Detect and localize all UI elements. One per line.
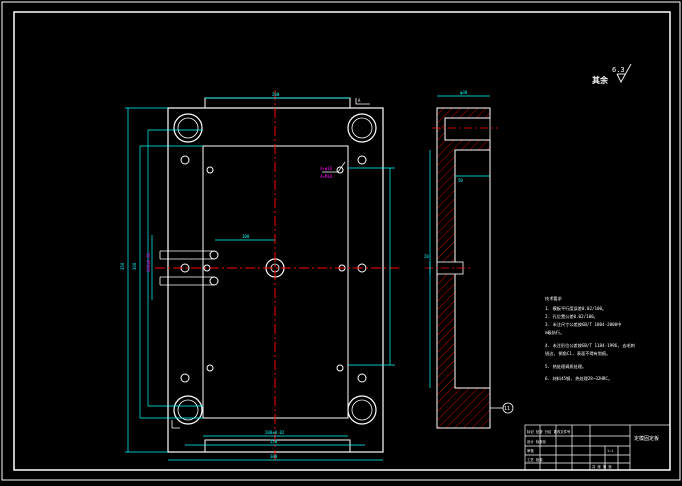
- note-item: 4. 未注形位公差按GB/T 1184-1996, 去毛刺: [545, 342, 635, 349]
- screw-hole: [357, 155, 367, 165]
- title-block-row: 审核: [527, 448, 534, 453]
- note-item: 2. 孔位置公差0.02/100。: [545, 313, 598, 320]
- screw-hole: [357, 373, 367, 383]
- dim-bottom-width-2: 250: [270, 439, 278, 444]
- title-block-sheet: 共 张 第 张: [592, 464, 612, 469]
- dim-bottom-width-3: 300: [270, 454, 278, 459]
- screw-hole: [206, 166, 214, 174]
- pin-note-2: 4×M10: [320, 174, 333, 179]
- guide-hole-br: [347, 395, 377, 425]
- dim-bottom-width-1: 200±0.02: [265, 430, 285, 435]
- dim-spacing: 100: [242, 234, 250, 239]
- dimension-lines: [125, 97, 395, 461]
- dim-left-height-3: 200±0.02: [146, 252, 151, 272]
- roughness-value: 6.3: [612, 66, 625, 74]
- screw-hole: [336, 364, 344, 372]
- section-view: [425, 95, 514, 429]
- front-view: [125, 90, 400, 462]
- section-dim-mid: 50: [458, 178, 463, 183]
- section-dim-side: 20: [424, 254, 429, 259]
- dim-top-width: 200: [272, 92, 280, 97]
- screw-hole: [206, 364, 214, 372]
- screw-hole: [180, 373, 190, 383]
- note-item: 1. 模板平行度误差0.02/100。: [545, 305, 606, 312]
- note-item: 6. 材料45钢, 热处理28~32HRC。: [545, 375, 612, 382]
- screw-hole: [209, 250, 219, 260]
- section-label-top: A: [358, 98, 361, 103]
- pin-note-1: 4×φ16: [320, 166, 333, 171]
- bottom-recess: [204, 439, 351, 452]
- section-top-bore: [445, 117, 491, 141]
- part-name: 定模固定板: [634, 435, 659, 442]
- title-block-row: 设计 标准化: [527, 439, 547, 444]
- roughness-label: 其余: [592, 75, 609, 85]
- sheet-outer-border: [1, 1, 681, 481]
- screw-holes: [180, 155, 367, 383]
- screw-hole: [209, 276, 219, 286]
- notes-heading: 技术要求: [545, 295, 563, 302]
- title-block-scale: 1:1: [607, 449, 613, 453]
- balloon-number: 11: [504, 406, 510, 412]
- section-dim-top: φ30: [460, 90, 468, 95]
- technical-notes: 技术要求 1. 模板平行度误差0.02/100。 2. 孔位置公差0.02/10…: [545, 295, 635, 382]
- dim-left-height-2: 300: [132, 262, 137, 270]
- guide-hole-tl: [173, 113, 203, 143]
- title-block-row: 标记 处数 分区 更改文件号: [527, 429, 571, 434]
- dim-left-height-1: 350: [120, 262, 125, 270]
- note-item: 5. 热处理调质处理。: [545, 363, 586, 370]
- screw-hole: [180, 155, 190, 165]
- top-recess: [204, 97, 351, 108]
- sheet-inner-border: [13, 11, 671, 471]
- mold-plate-drawing: 200 200±0.02 250 300 100 350 300 200±0.0…: [1, 1, 681, 481]
- note-item: 锐边, 倒角C1, 表面不得有划痕。: [545, 350, 610, 357]
- note-item: m级执行。: [545, 329, 564, 336]
- cad-drawing-canvas[interactable]: 200 200±0.02 250 300 100 350 300 200±0.0…: [0, 0, 682, 482]
- guide-hole-bl: [173, 395, 203, 425]
- note-item: 3. 未注尺寸公差按GB/T 1804-2000中: [545, 321, 621, 328]
- guide-hole-tr: [347, 113, 377, 143]
- title-block-row: 工艺 批准: [527, 457, 543, 462]
